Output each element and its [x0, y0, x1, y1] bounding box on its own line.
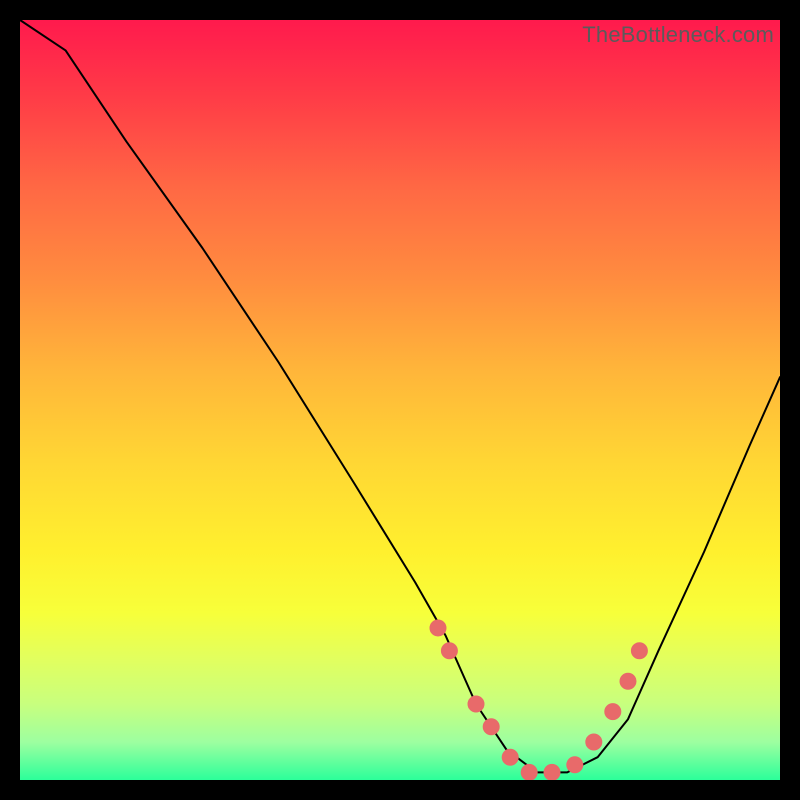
marker-dot — [468, 696, 484, 712]
marker-dot — [586, 734, 602, 750]
marker-dot — [441, 643, 457, 659]
marker-group — [430, 620, 647, 780]
marker-dot — [521, 764, 537, 780]
marker-dot — [567, 757, 583, 773]
bottleneck-curve — [20, 20, 780, 772]
marker-dot — [544, 764, 560, 780]
marker-dot — [620, 673, 636, 689]
marker-dot — [631, 643, 647, 659]
marker-dot — [502, 749, 518, 765]
plot-area: TheBottleneck.com — [20, 20, 780, 780]
marker-dot — [430, 620, 446, 636]
marker-dot — [605, 704, 621, 720]
marker-dot — [483, 719, 499, 735]
chart-frame: TheBottleneck.com — [0, 0, 800, 800]
chart-svg — [20, 20, 780, 780]
